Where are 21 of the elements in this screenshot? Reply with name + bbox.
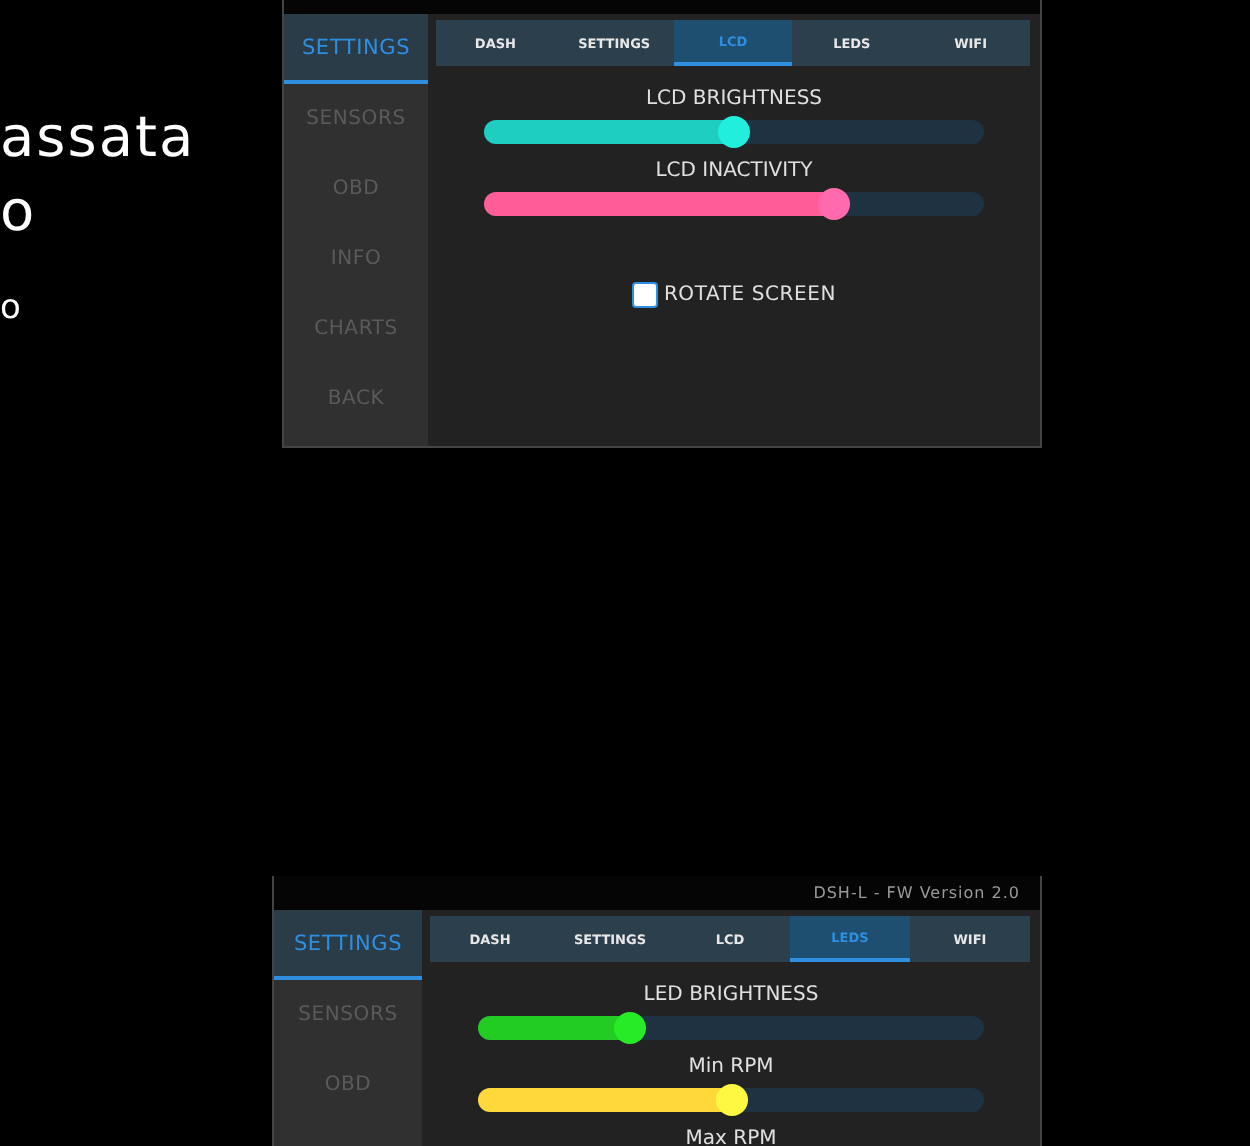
slider-thumb[interactable] [613, 1012, 646, 1044]
intro-text: o [0, 176, 39, 248]
sidebar-item[interactable]: SETTINGS [284, 14, 428, 84]
slider-label: LCD INACTIVITY [653, 158, 815, 186]
sidebar-item[interactable]: SETTINGS [274, 910, 422, 980]
version-text: DSH-L - FW Version 2.0 [813, 884, 1020, 902]
slider-track[interactable] [478, 1088, 984, 1112]
checkbox-label: ROTATE SCREEN [663, 284, 837, 306]
slider-thumb[interactable] [718, 116, 750, 148]
slider-label: Min RPM [686, 1054, 776, 1082]
slider-label: LED BRIGHTNESS [641, 982, 821, 1010]
slider-label: LCD BRIGHTNESS [643, 86, 825, 114]
slider-thumb[interactable] [715, 1084, 747, 1116]
slider-thumb[interactable] [818, 188, 850, 220]
slider-label: Max RPM [683, 1126, 779, 1146]
checkbox[interactable] [631, 282, 658, 308]
slider-track[interactable] [478, 1016, 984, 1040]
intro-text: o [0, 288, 25, 328]
intro-text: assata [0, 102, 198, 174]
slider-track[interactable] [484, 192, 984, 216]
slider-track[interactable] [484, 120, 984, 144]
